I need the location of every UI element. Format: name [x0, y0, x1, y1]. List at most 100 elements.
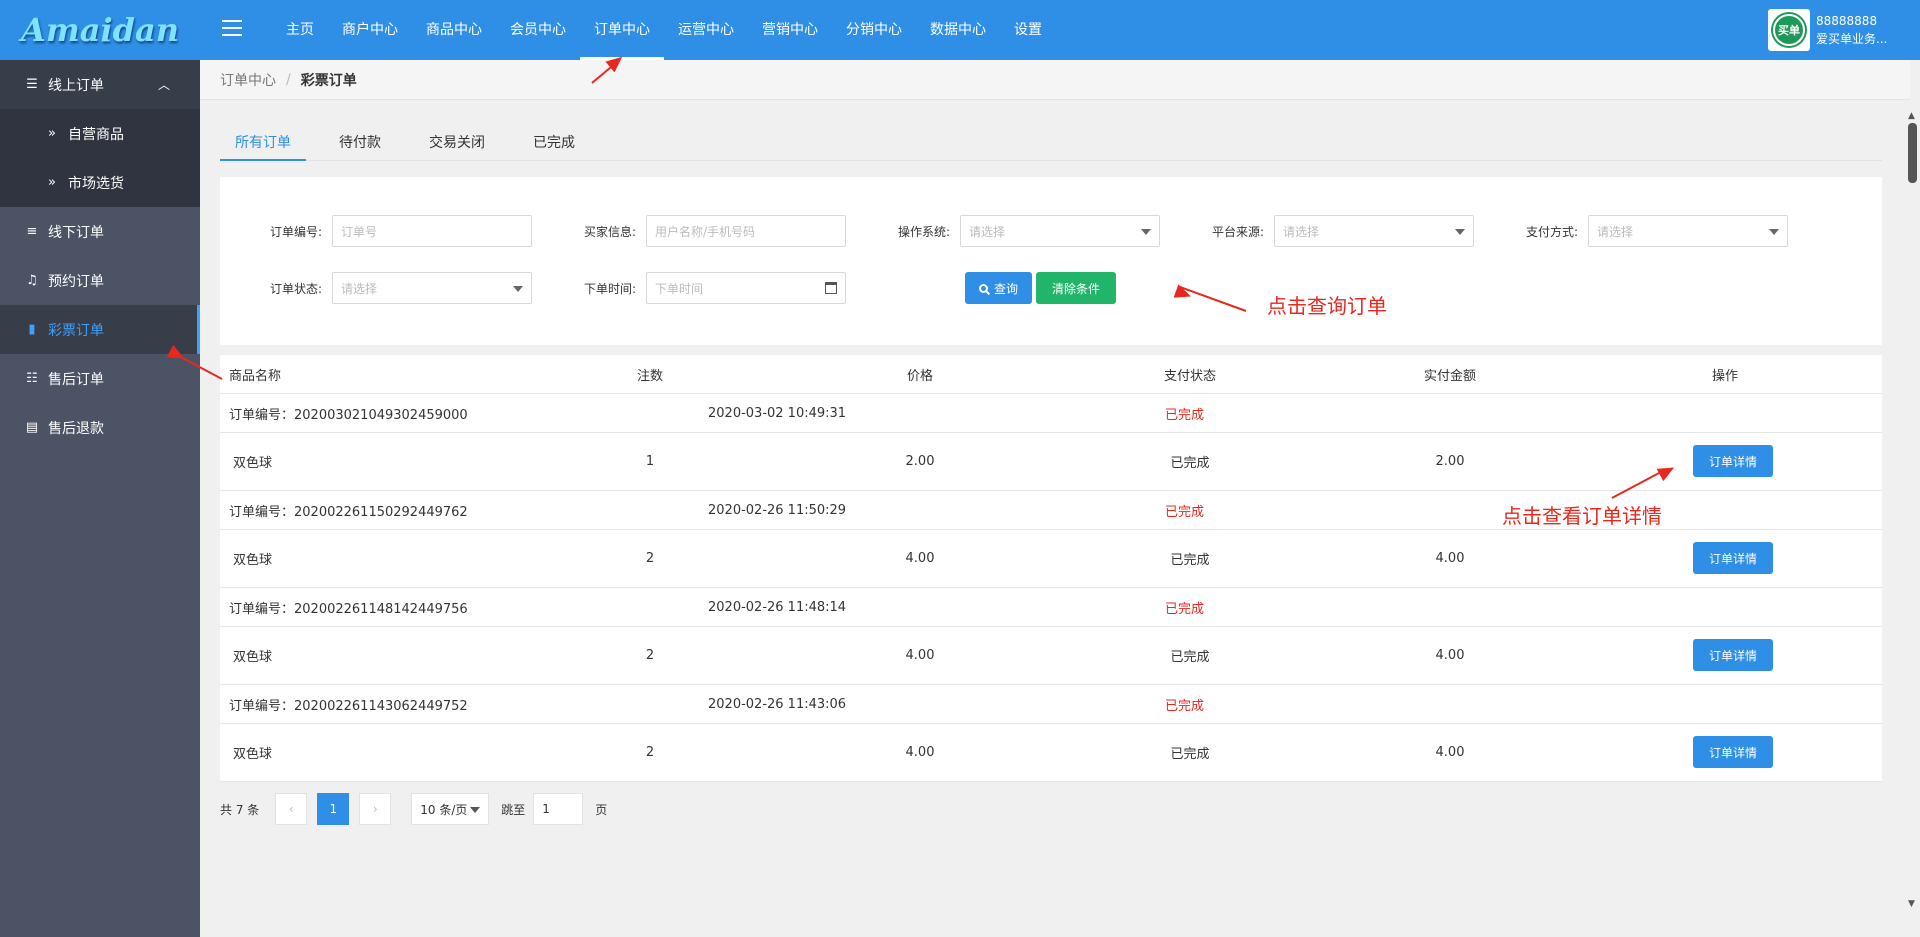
pay-status: 已完成	[1170, 553, 1210, 568]
col-header: 商品名称	[229, 368, 282, 384]
platform-select[interactable]: 请选择	[1274, 215, 1474, 247]
menu-toggle-icon[interactable]	[222, 20, 242, 36]
book-icon: ▮	[28, 322, 36, 337]
user-menu[interactable]: 买单 88888888 爱买单业务...	[1768, 8, 1887, 52]
sidebar-item-self-goods[interactable]: » 自营商品	[0, 109, 200, 158]
sidebar-item-offline-orders[interactable]: ≡ 线下订单	[0, 207, 200, 256]
os-label: 操作系统:	[897, 224, 950, 239]
breadcrumb-separator: /	[286, 71, 291, 88]
query-button[interactable]: 查询	[965, 272, 1033, 304]
next-page-button[interactable]: ›	[359, 793, 392, 825]
nav-marketing[interactable]: 营销中心	[748, 0, 832, 60]
order-header-row: 订单编号：2020022611481424497​56 2020-02-26 1…	[220, 588, 1882, 627]
top-nav: 主页 商户中心 商品中心 会员中心 订单中心 运营中心 营销中心 分销中心 数据…	[272, 0, 1056, 60]
double-chevron-icon: »	[48, 175, 56, 190]
breadcrumb-current: 彩票订单	[300, 72, 357, 89]
nav-order[interactable]: 订单中心	[580, 0, 664, 60]
nav-member[interactable]: 会员中心	[496, 0, 580, 60]
item-price: 4.00	[905, 745, 935, 760]
item-name: 双色球	[233, 456, 273, 471]
order-number: 订单编号：2020022611481424497​56	[229, 601, 468, 617]
col-header: 实付金额	[1423, 368, 1476, 384]
sidebar-item-label: 预约订单	[48, 273, 104, 290]
grid-list-icon: ☷	[26, 371, 38, 386]
order-tabs: 所有订单 待付款 交易关闭 已完成	[220, 125, 1882, 161]
table-header: 商品名称 注数 价格 支付状态 实付金额 操作	[220, 355, 1882, 394]
tab-completed[interactable]: 已完成	[518, 125, 590, 161]
status-select[interactable]: 请选择	[332, 272, 532, 304]
order-detail-button[interactable]: 订单详情	[1693, 639, 1773, 671]
scroll-up-icon[interactable]: ▲	[1908, 111, 1915, 121]
order-detail-button[interactable]: 订单详情	[1693, 542, 1773, 574]
receipt-icon: ▤	[25, 420, 39, 435]
pay-method-label: 支付方式:	[1525, 224, 1578, 239]
item-count: 2	[645, 648, 655, 663]
item-price: 2.00	[905, 454, 935, 469]
sidebar-item-online-orders[interactable]: ☰ 线上订单 ︿	[0, 60, 200, 109]
order-header-row: 订单编号：20200302104930245900​0 2020-03-02 1…	[220, 394, 1882, 433]
item-count: 1	[645, 454, 655, 469]
nav-operation[interactable]: 运营中心	[664, 0, 748, 60]
scrollbar[interactable]: ▲ ▼	[1905, 111, 1920, 909]
order-detail-button[interactable]: 订单详情	[1693, 736, 1773, 768]
order-detail-button[interactable]: 订单详情	[1693, 445, 1773, 477]
breadcrumb-parent[interactable]: 订单中心	[220, 70, 276, 90]
prev-page-button[interactable]: ‹	[275, 793, 308, 825]
sidebar-item-booking-orders[interactable]: ♫ 预约订单	[0, 256, 200, 305]
order-no-input[interactable]: 订单号	[332, 215, 532, 247]
buyer-input[interactable]: 用户名称/手机号码	[646, 215, 846, 247]
tab-closed[interactable]: 交易关闭	[414, 125, 500, 161]
sidebar-item-aftersale-orders[interactable]: ☷ 售后订单	[0, 354, 200, 403]
sidebar-item-lottery-orders[interactable]: ▮ 彩票订单	[0, 305, 200, 354]
order-time: 2020-02-26 11:43:06	[708, 696, 847, 712]
caret-down-icon	[513, 286, 523, 292]
order-number: 订单编号：2020022611502924497​62	[229, 504, 468, 520]
sidebar-item-label: 自营商品	[68, 126, 124, 143]
clear-button[interactable]: 清除条件	[1036, 272, 1117, 304]
page-button-current[interactable]: 1	[317, 793, 350, 825]
item-count: 2	[645, 745, 655, 760]
avatar: 买单	[1768, 9, 1810, 51]
scroll-down-icon[interactable]: ▼	[1908, 899, 1915, 909]
sidebar-item-aftersale-refund[interactable]: ▤ 售后退款	[0, 403, 200, 452]
order-number: 订单编号：20200302104930245900​0	[229, 407, 468, 423]
nav-merchant[interactable]: 商户中心	[328, 0, 412, 60]
sidebar-item-market[interactable]: » 市场选货	[0, 158, 200, 207]
orders-table: 商品名称 注数 价格 支付状态 实付金额 操作 订单编号：20200302104…	[220, 355, 1882, 782]
col-header: 注数	[636, 368, 663, 384]
caret-down-icon	[1455, 229, 1465, 235]
item-price: 4.00	[905, 551, 935, 566]
order-time: 2020-03-02 10:49:31	[708, 405, 847, 421]
os-select[interactable]: 请选择	[960, 215, 1160, 247]
tab-pending-payment[interactable]: 待付款	[324, 125, 396, 161]
os-select-value: 请选择	[969, 224, 1006, 239]
nav-data[interactable]: 数据中心	[916, 0, 1000, 60]
item-count: 2	[645, 551, 655, 566]
detail-annotation: 点击查看订单详情	[1502, 504, 1662, 528]
page-size-select[interactable]: 10 条/页	[411, 793, 490, 825]
paid-amount: 4.00	[1435, 648, 1465, 663]
order-time: 2020-02-26 11:48:14	[708, 599, 847, 615]
breadcrumb: 订单中心 / 彩票订单	[200, 60, 1910, 100]
time-input[interactable]: 下单时间	[646, 272, 846, 304]
filter-panel: 订单编号: 订单号 买家信息: 用户名称/手机号码 操作系统: 请选择 平台来源…	[220, 177, 1882, 345]
nav-goods[interactable]: 商品中心	[412, 0, 496, 60]
pay-method-select-value: 请选择	[1597, 224, 1634, 239]
caret-down-icon	[1769, 229, 1779, 235]
pay-method-select[interactable]: 请选择	[1588, 215, 1788, 247]
order-status: 已完成	[1165, 698, 1205, 714]
nav-home[interactable]: 主页	[272, 0, 328, 60]
col-header: 操作	[1711, 368, 1738, 384]
scrollbar-thumb[interactable]	[1908, 123, 1917, 183]
logo[interactable]: Amaidan	[0, 0, 200, 60]
tab-all-orders[interactable]: 所有订单	[220, 125, 306, 161]
jump-page-input[interactable]: 1	[533, 793, 584, 825]
nav-distribution[interactable]: 分销中心	[832, 0, 916, 60]
sidebar-item-label: 彩票订单	[48, 322, 104, 339]
top-bar: Amaidan 主页 商户中心 商品中心 会员中心 订单中心 运营中心 营销中心…	[0, 0, 1920, 60]
nav-settings[interactable]: 设置	[1000, 0, 1056, 60]
table-row: 双色球 2 4.00 已完成 4.00 订单详情	[220, 627, 1882, 685]
total-count: 共 7 条	[220, 802, 260, 817]
item-name: 双色球	[233, 650, 273, 665]
caret-down-icon	[1141, 229, 1151, 235]
